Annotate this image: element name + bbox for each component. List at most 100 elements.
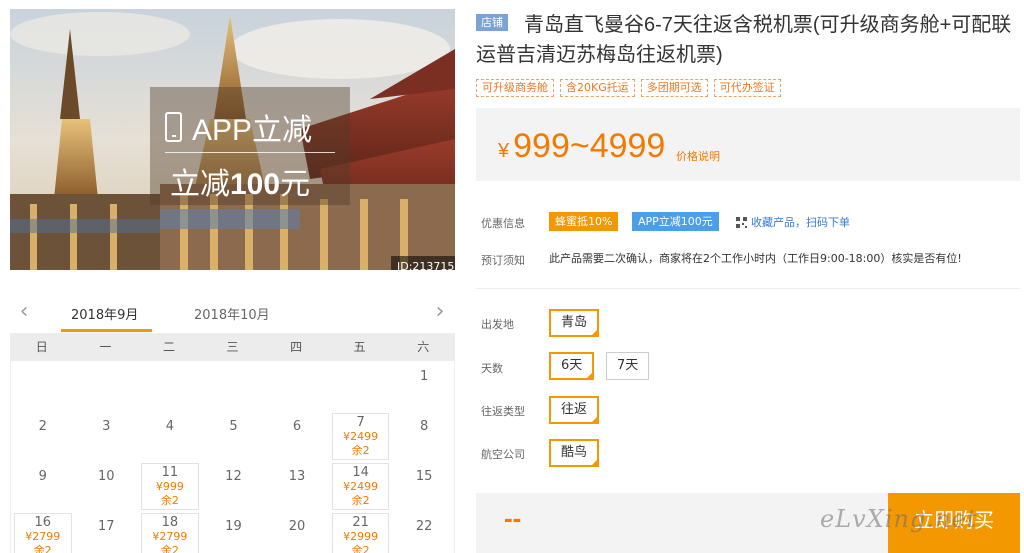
calendar-day-price: ¥2499 xyxy=(343,480,379,493)
weekday-label: 一 xyxy=(99,340,112,354)
days-option-6[interactable]: 6天 xyxy=(549,352,595,380)
weekday-label: 二 xyxy=(162,340,175,354)
calendar-day-number: 18 xyxy=(161,515,179,530)
calendar-day-number: 12 xyxy=(225,469,242,484)
calendar-prev-icon[interactable]: ‹ xyxy=(14,301,34,325)
calendar-day: 5 xyxy=(202,411,266,461)
promo-line2-amount: 100 xyxy=(230,168,281,201)
phone-icon xyxy=(165,112,182,142)
trip-type-label: 往返类型 xyxy=(481,405,525,418)
calendar-day-number: 4 xyxy=(165,419,175,434)
calendar-header: ‹ 2018年9月 2018年10月 › xyxy=(10,299,455,332)
calendar-weekday-row: 日 一 二 三 四 五 六 xyxy=(10,333,455,361)
calendar-day-number: 13 xyxy=(288,469,306,484)
calendar-day[interactable]: 18 ¥2799 余2 xyxy=(141,513,199,553)
price-value: 999~4999 xyxy=(513,127,666,165)
calendar-day: 22 xyxy=(392,511,456,553)
calendar-day[interactable]: 14 ¥2499 余2 xyxy=(331,463,390,510)
days-option-7[interactable]: 7天 xyxy=(606,352,650,380)
product-page: APP立减 立减100元 ID:2137157 ‹ 2018年9月 2018年1… xyxy=(0,0,1024,553)
calendar-day: 12 xyxy=(202,461,266,511)
calendar-day-price: ¥2999 xyxy=(343,530,379,543)
calendar-day-number: 6 xyxy=(292,419,302,434)
feature-tags: 可升级商务舱 含20KG托运 多团期可选 可代办签证 xyxy=(476,79,781,97)
honey-discount-badge: 蜂蜜抵10% xyxy=(549,212,619,231)
calendar-day-number: 10 xyxy=(98,469,115,484)
promo-divider xyxy=(165,152,335,153)
departure-label: 出发地 xyxy=(481,318,514,331)
calendar-day-remaining: 余2 xyxy=(33,544,52,553)
calendar-day[interactable]: 11 ¥999 余2 xyxy=(141,463,199,510)
calendar-day[interactable]: 21 ¥2999 余2 xyxy=(331,513,390,553)
calendar-day-number: 15 xyxy=(415,469,433,484)
calendar-day: 2 xyxy=(11,411,75,461)
price-explanation-link[interactable]: 价格说明 xyxy=(676,148,720,164)
product-image[interactable]: APP立减 立减100元 ID:2137157 xyxy=(10,9,455,270)
collect-scan-link[interactable]: 收藏产品，扫码下单 xyxy=(736,214,850,230)
airline-label: 航空公司 xyxy=(481,448,525,461)
calendar-next-icon[interactable]: › xyxy=(430,301,450,325)
trip-type-option-roundtrip[interactable]: 往返 xyxy=(549,396,600,424)
weekday-label: 六 xyxy=(417,340,430,354)
section-divider xyxy=(476,288,1020,289)
calendar-day: 10 xyxy=(75,461,139,511)
price-box: ¥999~4999 价格说明 xyxy=(476,108,1020,181)
calendar-day-remaining: 余2 xyxy=(160,544,179,553)
calendar-day-number: 8 xyxy=(420,419,429,434)
calendar-day: 1 xyxy=(392,361,456,411)
calendar-day-number: 20 xyxy=(288,519,306,534)
currency-symbol: ¥ xyxy=(498,140,510,162)
qr-code-icon xyxy=(736,216,747,228)
calendar-day-number: 19 xyxy=(225,519,242,534)
calendar-day-number: 21 xyxy=(352,515,369,530)
calendar-day[interactable]: 7 ¥2499 余2 xyxy=(331,413,390,460)
promo-line2-suffix: 元 xyxy=(280,168,311,201)
booking-notice-text: 此产品需要二次确认，商家将在2个工作小时内（工作日9:00-18:00）核实是否… xyxy=(549,252,962,265)
notice-label: 预订须知 xyxy=(481,254,525,267)
calendar-day-price: ¥2499 xyxy=(343,430,379,443)
calendar-day-number: 5 xyxy=(229,419,238,434)
airline-option-scoot[interactable]: 酷鸟 xyxy=(549,439,600,467)
total-price: -- xyxy=(504,503,522,533)
calendar-day-number: 2 xyxy=(38,419,47,434)
calendar-day-remaining: 余2 xyxy=(351,544,370,553)
calendar-day-price: ¥2799 xyxy=(25,530,61,543)
site-watermark: eLvXing.net xyxy=(820,505,978,533)
calendar-day: 4 xyxy=(138,411,202,461)
calendar-day-number: 22 xyxy=(415,519,433,534)
departure-option-qingdao[interactable]: 青岛 xyxy=(549,309,600,337)
calendar-day: 15 xyxy=(392,461,456,511)
promo-line1-text: APP立减 xyxy=(192,114,313,147)
calendar-day-number: 3 xyxy=(102,419,111,434)
weekday-label: 五 xyxy=(353,340,366,354)
app-discount-promo: APP立减 xyxy=(165,105,312,149)
calendar-day-number: 11 xyxy=(161,465,179,480)
calendar-day: 8 xyxy=(392,411,456,461)
calendar-day: 3 xyxy=(75,411,139,461)
calendar-day-remaining: 余2 xyxy=(351,494,370,507)
calendar-day-number: 16 xyxy=(34,515,52,530)
tab-month-oct[interactable]: 2018年10月 xyxy=(194,304,270,323)
calendar-day: 20 xyxy=(265,511,329,553)
tab-month-sep[interactable]: 2018年9月 xyxy=(71,304,138,323)
calendar-day: 19 xyxy=(202,511,266,553)
feature-tag: 含20KG托运 xyxy=(560,79,635,97)
product-title: 青岛直飞曼谷6-7天往返含税机票(可升级商务舱+可配联运普吉清迈苏梅岛往返机票) xyxy=(476,14,1012,66)
calendar-grid: 1 2 3 4 5 6 7 ¥2499 余2 8 9 10 11 ¥999 余2 12 13 14 ¥2499 余2 1… xyxy=(10,361,455,553)
weekday-label: 三 xyxy=(226,340,239,354)
calendar-day: 6 xyxy=(265,411,329,461)
calendar-day-number: 17 xyxy=(98,519,115,534)
calendar-day-remaining: 余2 xyxy=(160,494,179,507)
product-id-badge: ID:2137157 xyxy=(391,256,455,270)
calendar-day-number: 14 xyxy=(352,465,369,480)
promo-amount: 立减100元 xyxy=(170,159,310,203)
feature-tag: 多团期可选 xyxy=(640,79,708,97)
feature-tag: 可升级商务舱 xyxy=(476,79,554,97)
collect-scan-text: 收藏产品，扫码下单 xyxy=(751,216,850,229)
calendar-day: 13 xyxy=(265,461,329,511)
feature-tag: 可代办签证 xyxy=(713,79,781,97)
calendar-day[interactable]: 16 ¥2799 余2 xyxy=(14,513,72,553)
calendar-day-price: ¥999 xyxy=(155,480,184,493)
calendar-day-number: 9 xyxy=(38,469,47,484)
calendar-day: 9 xyxy=(11,461,75,511)
